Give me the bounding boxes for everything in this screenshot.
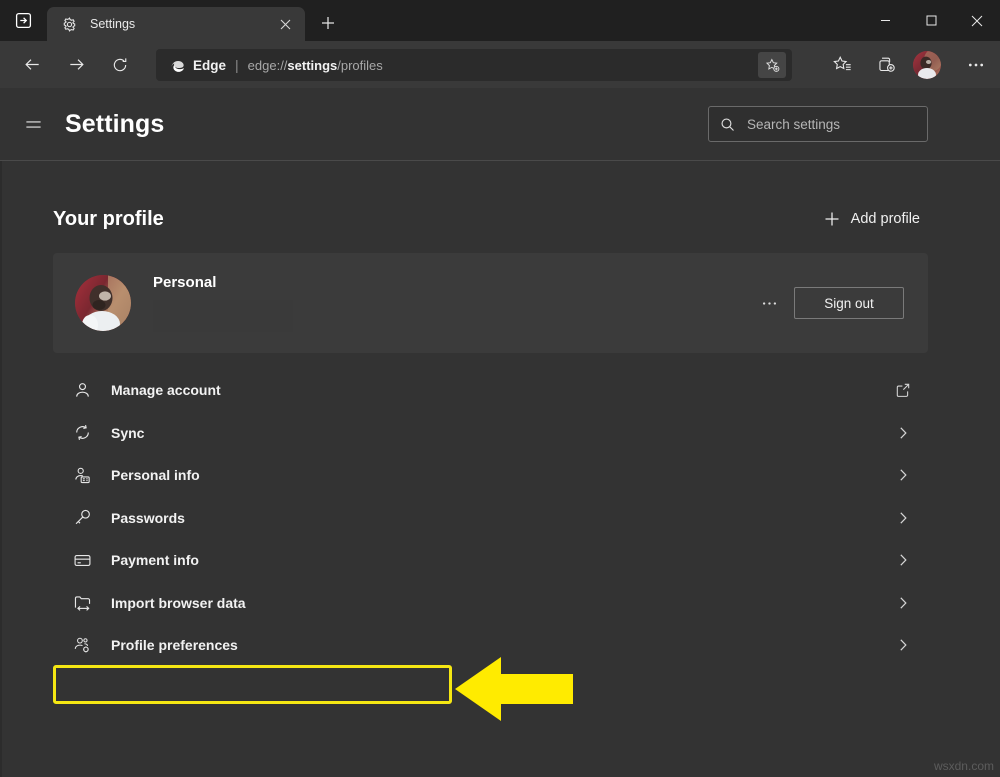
favorites-icon[interactable] — [824, 47, 860, 83]
list-item-profile-preferences[interactable]: Profile preferences — [53, 624, 928, 667]
your-profile-section-header: Your profile Add profile — [53, 206, 928, 232]
search-icon — [720, 117, 735, 132]
chevron-right-icon — [892, 511, 914, 525]
list-item-label: Profile preferences — [111, 637, 892, 653]
personal-info-icon — [71, 466, 93, 485]
profile-card: Personal Sign out — [53, 253, 928, 353]
minimize-icon[interactable] — [862, 5, 908, 37]
sync-icon — [71, 423, 93, 442]
settings-content: Your profile Add profile — [0, 161, 1000, 777]
profile-avatar[interactable] — [913, 51, 941, 79]
page-title: Settings — [65, 110, 164, 139]
forward-arrow-icon[interactable] — [58, 47, 94, 83]
sidebar-edge — [0, 161, 2, 777]
list-item-label: Import browser data — [111, 595, 892, 611]
plus-icon — [824, 211, 840, 227]
list-item-label: Sync — [111, 425, 892, 441]
chevron-right-icon — [892, 596, 914, 610]
add-profile-button[interactable]: Add profile — [816, 206, 928, 232]
list-item-passwords[interactable]: Passwords — [53, 497, 928, 540]
list-item-manage-account[interactable]: Manage account — [53, 369, 928, 412]
omnibox-separator: | — [235, 57, 239, 73]
watermark: wsxdn.com — [934, 759, 994, 773]
url-host: settings — [287, 58, 337, 73]
annotation-highlight-box — [53, 665, 452, 704]
edge-logo-icon — [168, 56, 186, 74]
hamburger-menu-icon[interactable] — [16, 107, 50, 141]
chevron-right-icon — [892, 468, 914, 482]
settings-header: Settings Search settings — [0, 88, 1000, 160]
close-window-icon[interactable] — [954, 5, 1000, 37]
tab-title: Settings — [90, 17, 274, 31]
settings-and-more-icon[interactable] — [958, 47, 994, 83]
credit-card-icon — [71, 551, 93, 570]
tab-search-icon[interactable] — [0, 0, 46, 41]
search-settings-input[interactable]: Search settings — [708, 106, 928, 142]
back-arrow-icon[interactable] — [14, 47, 50, 83]
profile-more-options-icon[interactable] — [752, 286, 786, 320]
list-item-personal-info[interactable]: Personal info — [53, 454, 928, 497]
collections-icon[interactable] — [868, 47, 904, 83]
url-prefix: edge:// — [248, 58, 288, 73]
list-item-label: Passwords — [111, 510, 892, 526]
add-profile-label: Add profile — [851, 211, 920, 227]
list-item-sync[interactable]: Sync — [53, 412, 928, 455]
star-plus-icon[interactable] — [758, 52, 786, 78]
url-path: /profiles — [337, 58, 383, 73]
section-heading: Your profile — [53, 208, 164, 231]
chevron-right-icon — [892, 553, 914, 567]
profile-card-avatar — [75, 275, 131, 331]
list-item-import-browser-data[interactable]: Import browser data — [53, 582, 928, 625]
chevron-right-icon — [892, 638, 914, 652]
list-item-label: Personal info — [111, 467, 892, 483]
external-link-icon — [892, 382, 914, 398]
tab-settings[interactable]: Settings — [47, 7, 305, 41]
browser-window: Settings — [0, 0, 1000, 777]
address-bar[interactable]: Edge | edge://settings/profiles — [156, 49, 792, 81]
profile-settings-list: Manage account Sync — [53, 369, 928, 667]
chevron-right-icon — [892, 426, 914, 440]
tab-close-icon[interactable] — [274, 13, 296, 35]
person-icon — [71, 381, 93, 400]
tab-strip: Settings — [0, 0, 1000, 41]
browser-toolbar: Edge | edge://settings/profiles — [0, 41, 1000, 88]
refresh-icon[interactable] — [102, 47, 138, 83]
list-item-payment-info[interactable]: Payment info — [53, 539, 928, 582]
search-placeholder: Search settings — [747, 117, 840, 132]
import-data-icon — [71, 593, 93, 612]
profile-card-info: Personal — [153, 274, 752, 332]
window-controls — [862, 0, 1000, 41]
profile-email-redacted — [153, 300, 293, 332]
new-tab-button[interactable] — [311, 6, 345, 40]
sign-out-button[interactable]: Sign out — [794, 287, 904, 319]
maximize-icon[interactable] — [908, 5, 954, 37]
profile-prefs-icon — [71, 636, 93, 655]
list-item-label: Payment info — [111, 552, 892, 568]
profile-name: Personal — [153, 274, 752, 291]
list-item-label: Manage account — [111, 382, 892, 398]
gear-icon — [61, 16, 78, 33]
omnibox-url: edge://settings/profiles — [248, 58, 383, 73]
toolbar-right-actions — [816, 41, 994, 88]
omnibox-brand-label: Edge — [193, 58, 226, 73]
key-icon — [71, 508, 93, 527]
